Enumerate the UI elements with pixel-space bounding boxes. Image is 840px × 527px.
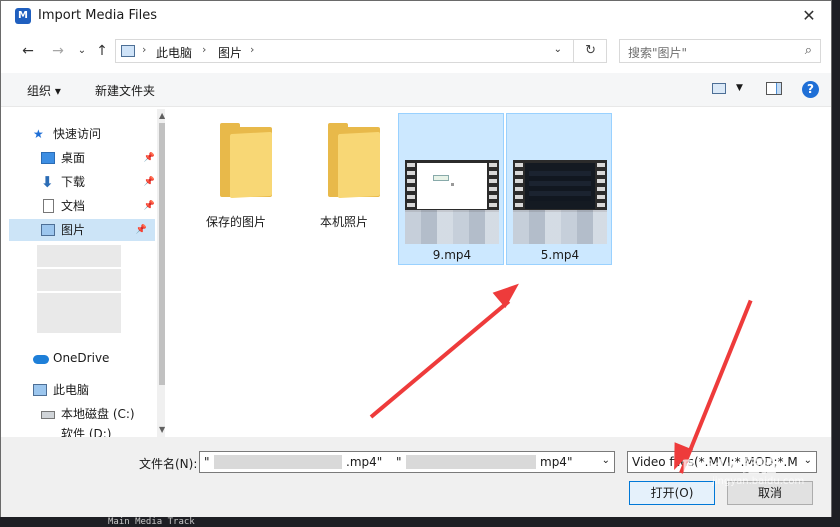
import-media-dialog: M Import Media Files ✕ ← → ⌄ ↑ › 此电脑 › 图… [0,0,832,517]
back-arrow-icon[interactable]: ← [19,42,37,60]
filename-input[interactable]: " .mp4" " mp4" ⌄ [199,451,615,473]
window-title: Import Media Files [38,8,157,23]
pictures-icon [41,224,55,236]
search-placeholder: 搜索"图片" [628,46,688,60]
filename-quote: " [396,455,402,469]
computer-icon [33,384,47,396]
forward-arrow-icon[interactable]: → [49,42,67,60]
file-name: 保存的图片 [205,215,266,229]
help-icon[interactable]: ? [802,81,819,98]
sidebar-item-onedrive[interactable]: OneDrive [29,347,169,369]
change-view-icon[interactable] [712,83,726,94]
open-button[interactable]: 打开(O) [629,481,715,505]
breadcrumb-pictures[interactable]: 图片 [218,44,242,61]
folder-saved-pictures[interactable]: 保存的图片 [183,113,289,265]
search-input[interactable]: 搜索"图片" ⌕ [619,39,821,63]
new-folder-button[interactable]: 新建文件夹 [95,82,155,99]
filename-segment: mp4" [540,455,573,469]
filename-label: 文件名(N): [139,457,198,471]
breadcrumb-separator-icon[interactable]: › [202,43,206,56]
baidu-watermark: Baidu 经验 [682,457,777,477]
pin-icon[interactable]: 📌 [144,195,155,217]
pin-icon[interactable]: 📌 [144,171,155,193]
redacted-sidebar-item [37,269,121,291]
preview-pane-icon[interactable] [766,82,782,95]
up-arrow-icon[interactable]: ↑ [93,42,111,60]
pc-location-icon [121,45,135,57]
file-name: 本机照片 [319,215,368,229]
navigation-pane: ★ 快速访问 桌面 📌 ⬇ 下载 📌 文档 📌 图片 📌 OneDrive 此电… [9,109,171,439]
refresh-icon[interactable]: ↻ [585,43,596,58]
sidebar-item-label: 下载 [61,175,86,189]
address-chevron-down-icon[interactable]: ⌄ [554,44,562,55]
close-button[interactable]: ✕ [795,5,823,27]
titlebar: M Import Media Files ✕ [1,1,831,31]
breadcrumb-this-pc[interactable]: 此电脑 [156,44,192,61]
folder-camera-roll[interactable]: 本机照片 [291,113,397,265]
sidebar-item-label: 图片 [61,223,86,237]
sidebar-item-label: 文档 [61,199,86,213]
folder-icon [328,123,380,199]
redacted-thumbnail [513,210,607,244]
download-icon: ⬇ [41,173,54,191]
filename-quote: " [204,455,210,469]
view-options-chevron-down-icon[interactable]: ▼ [736,83,743,93]
sidebar-item-drive-c[interactable]: 本地磁盘 (C:) [17,403,157,425]
annotation-arrow-shaft [369,299,511,419]
annotation-arrow-head [492,275,526,309]
redacted-filename [406,455,536,469]
file-5-mp4[interactable]: 5.mp4 [506,113,612,265]
sidebar-item-documents[interactable]: 文档 📌 [17,195,157,217]
sidebar-item-desktop[interactable]: 桌面 📌 [17,147,157,169]
search-icon[interactable]: ⌕ [805,43,812,58]
sidebar-item-label: 本地磁盘 (C:) [61,407,135,421]
sidebar-item-label: 快速访问 [53,127,102,141]
cloud-icon [33,355,49,364]
app-logo-icon: M [15,8,31,24]
sidebar-item-label: OneDrive [53,351,110,365]
redacted-filename [214,455,342,469]
breadcrumb-separator-icon[interactable]: › [142,43,146,56]
sidebar-item-downloads[interactable]: ⬇ 下载 📌 [17,171,157,193]
file-9-mp4[interactable]: 9.mp4 [398,113,504,265]
pin-icon[interactable]: 📌 [136,219,147,241]
filename-chevron-down-icon[interactable]: ⌄ [602,455,610,466]
filename-segment: .mp4" [346,455,383,469]
command-toolbar: 组织 ▾ 新建文件夹 ▼ ? [1,73,831,107]
pin-icon[interactable]: 📌 [144,147,155,169]
recent-locations-chevron-down-icon[interactable]: ⌄ [73,42,91,60]
dialog-footer: 文件名(N): " .mp4" " mp4" ⌄ Video files(*.M… [1,299,831,517]
video-thumbnail [405,160,499,212]
file-list: 保存的图片 本机照片 9.mp4 5.mp4 [165,109,829,437]
baidu-watermark-url: jingyan.baidu.com [712,476,805,487]
star-icon: ★ [33,127,44,141]
sidebar-item-label: 此电脑 [53,383,90,397]
file-name: 5.mp4 [540,248,580,262]
address-divider [573,40,574,62]
video-thumbnail [513,160,607,212]
redacted-thumbnail [405,210,499,244]
file-name: 9.mp4 [432,248,472,262]
file-type-chevron-down-icon[interactable]: ⌄ [803,455,812,466]
navigation-bar: ← → ⌄ ↑ › 此电脑 › 图片 › ⌄ ↻ 搜索"图片" ⌕ [1,33,831,69]
desktop-icon [41,152,55,164]
background-track-label: Main Media Track [108,517,195,527]
sidebar-item-quick-access[interactable]: ★ 快速访问 [29,123,169,145]
sidebar-item-this-pc[interactable]: 此电脑 [29,379,169,401]
document-icon [43,199,54,213]
redacted-sidebar-item [37,315,121,333]
drive-icon [41,411,55,419]
folder-icon [220,123,272,199]
sidebar-item-label: 桌面 [61,151,86,165]
redacted-sidebar-item [37,245,121,267]
redacted-sidebar-item [37,293,121,315]
organize-button[interactable]: 组织 ▾ [27,82,61,99]
sidebar-item-pictures[interactable]: 图片 📌 [9,219,155,241]
breadcrumb-separator-icon[interactable]: › [250,43,254,56]
address-bar[interactable]: › 此电脑 › 图片 › ⌄ ↻ [115,39,607,63]
